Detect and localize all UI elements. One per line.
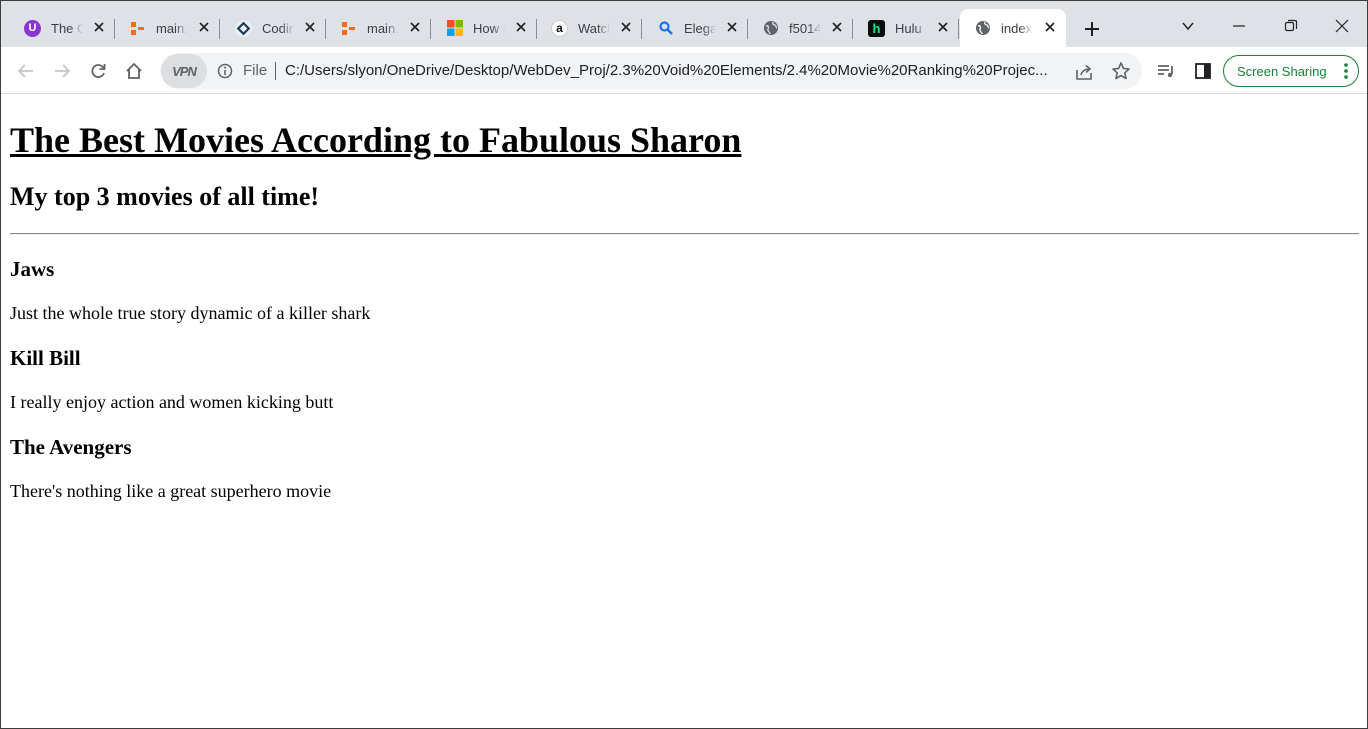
close-icon[interactable] xyxy=(407,19,423,35)
vpn-button[interactable]: VPN xyxy=(161,54,207,88)
page-content: The Best Movies According to Fabulous Sh… xyxy=(1,95,1367,729)
close-icon[interactable] xyxy=(513,19,529,35)
movie-title: Kill Bill xyxy=(10,346,81,370)
close-icon[interactable] xyxy=(1042,19,1058,35)
tab-separator xyxy=(641,19,642,39)
tab-label: Elegan xyxy=(684,20,716,36)
globe-icon xyxy=(974,20,991,37)
screen-sharing-label: Screen Sharing xyxy=(1237,63,1327,79)
tab-item[interactable]: main.j xyxy=(326,9,431,47)
movie-entry: Kill Bill I really enjoy action and wome… xyxy=(10,345,1358,413)
movie-entry: Jaws Just the whole true story dynamic o… xyxy=(10,256,1358,324)
tab-item[interactable]: main.j xyxy=(115,9,220,47)
amazon-a-icon: a xyxy=(551,19,568,37)
globe-icon xyxy=(762,20,779,37)
close-icon[interactable] xyxy=(91,19,107,35)
tab-label: f5014 xyxy=(789,20,821,36)
tab-item[interactable]: Codin xyxy=(221,9,326,47)
orange-blocks-icon xyxy=(129,20,146,37)
close-icon[interactable] xyxy=(618,19,634,35)
purple-u-icon: U xyxy=(24,19,41,37)
tab-search-chevron-icon[interactable] xyxy=(1173,11,1203,41)
microsoft-logo-icon xyxy=(446,20,463,37)
movie-description: There's nothing like a great superhero m… xyxy=(10,481,332,501)
tab-label: The C xyxy=(51,20,83,36)
close-icon[interactable] xyxy=(935,19,951,35)
side-panel-icon[interactable] xyxy=(1190,58,1216,84)
tab-label: index. xyxy=(1001,20,1033,36)
close-icon[interactable] xyxy=(724,19,740,35)
url-scheme-label: File xyxy=(243,62,268,79)
tab-strip: U The C main.j Codin main.j How t a Watc… xyxy=(1,1,1367,47)
movie-description: I really enjoy action and women kicking … xyxy=(10,392,334,412)
more-options-icon[interactable] xyxy=(1344,63,1348,79)
close-window-button[interactable] xyxy=(1327,11,1357,41)
tab-separator xyxy=(852,19,853,39)
magnifier-icon xyxy=(657,20,674,37)
reload-icon[interactable] xyxy=(85,58,111,84)
reading-list-icon[interactable] xyxy=(1153,58,1179,84)
tab-label: Codin xyxy=(262,20,294,36)
tab-item[interactable]: a Watch xyxy=(537,9,642,47)
tab-item-active[interactable]: index. xyxy=(960,9,1066,47)
tab-label: main.j xyxy=(367,20,399,36)
new-tab-button[interactable] xyxy=(1080,17,1104,41)
back-arrow-icon[interactable] xyxy=(13,58,39,84)
screen-sharing-button[interactable]: Screen Sharing xyxy=(1223,55,1359,87)
tab-item[interactable]: How t xyxy=(432,9,537,47)
movie-title: Jaws xyxy=(10,257,55,281)
share-icon[interactable] xyxy=(1074,62,1094,82)
tab-item[interactable]: Elegan xyxy=(643,9,748,47)
forward-arrow-icon[interactable] xyxy=(49,58,75,84)
minimize-window-button[interactable] xyxy=(1224,11,1254,41)
tab-item[interactable]: U The C xyxy=(10,9,115,47)
close-icon[interactable] xyxy=(196,19,212,35)
restore-window-button[interactable] xyxy=(1276,11,1306,41)
info-icon[interactable] xyxy=(217,63,233,79)
address-bar[interactable]: VPN File C:/Users/slyon/OneDrive/Desktop… xyxy=(160,53,1142,89)
horizontal-rule xyxy=(10,233,1359,235)
page-title: The Best Movies According to Fabulous Sh… xyxy=(10,120,742,160)
url-divider xyxy=(275,62,276,80)
bookmark-star-icon[interactable] xyxy=(1111,61,1131,81)
orange-blocks-icon xyxy=(340,20,357,37)
tab-label: Watch xyxy=(578,20,610,36)
tab-separator xyxy=(958,19,959,39)
url-text[interactable]: C:/Users/slyon/OneDrive/Desktop/WebDev_P… xyxy=(285,62,1070,79)
tab-label: Hulu | xyxy=(895,20,927,36)
movie-title: The Avengers xyxy=(10,435,132,459)
tab-separator xyxy=(219,19,220,39)
diamond-code-icon xyxy=(235,19,252,37)
browser-toolbar: VPN File C:/Users/slyon/OneDrive/Desktop… xyxy=(1,47,1367,94)
close-icon[interactable] xyxy=(829,19,845,35)
tab-label: How t xyxy=(473,20,505,36)
movie-entry: The Avengers There's nothing like a grea… xyxy=(10,434,1358,502)
close-icon[interactable] xyxy=(302,19,318,35)
tab-label: main.j xyxy=(156,20,188,36)
tab-item[interactable]: h Hulu | xyxy=(854,9,959,47)
movie-description: Just the whole true story dynamic of a k… xyxy=(10,303,371,323)
page-subtitle: My top 3 movies of all time! xyxy=(10,182,320,211)
vpn-label: VPN xyxy=(172,63,197,79)
hulu-h-icon: h xyxy=(868,19,885,37)
tab-item[interactable]: f5014 xyxy=(748,9,853,47)
home-icon[interactable] xyxy=(121,58,147,84)
tab-separator xyxy=(430,19,431,39)
